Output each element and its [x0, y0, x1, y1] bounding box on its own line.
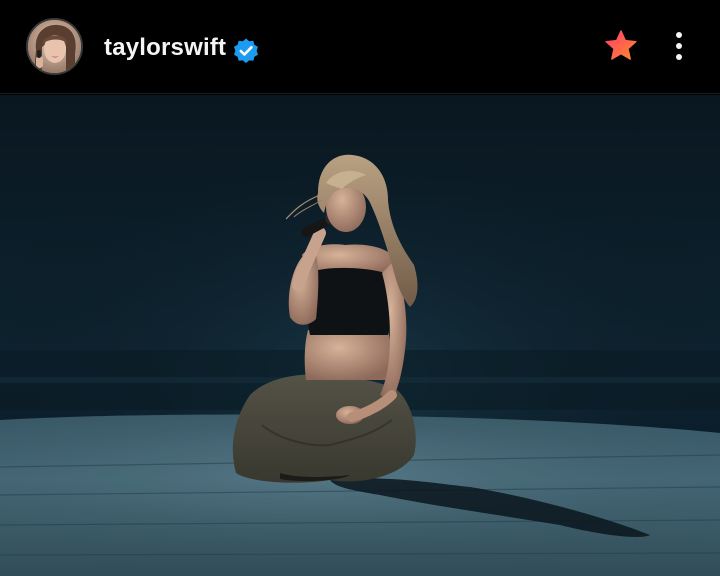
favorite-star-icon[interactable]	[604, 29, 638, 63]
post-header: taylorswift	[0, 0, 720, 94]
post-photo[interactable]	[0, 95, 720, 576]
username[interactable]: taylorswift	[104, 34, 226, 62]
verified-badge-icon	[232, 37, 260, 65]
more-options-icon[interactable]	[664, 30, 694, 64]
instagram-post: taylorswift	[0, 0, 720, 576]
profile-avatar[interactable]	[26, 18, 83, 75]
